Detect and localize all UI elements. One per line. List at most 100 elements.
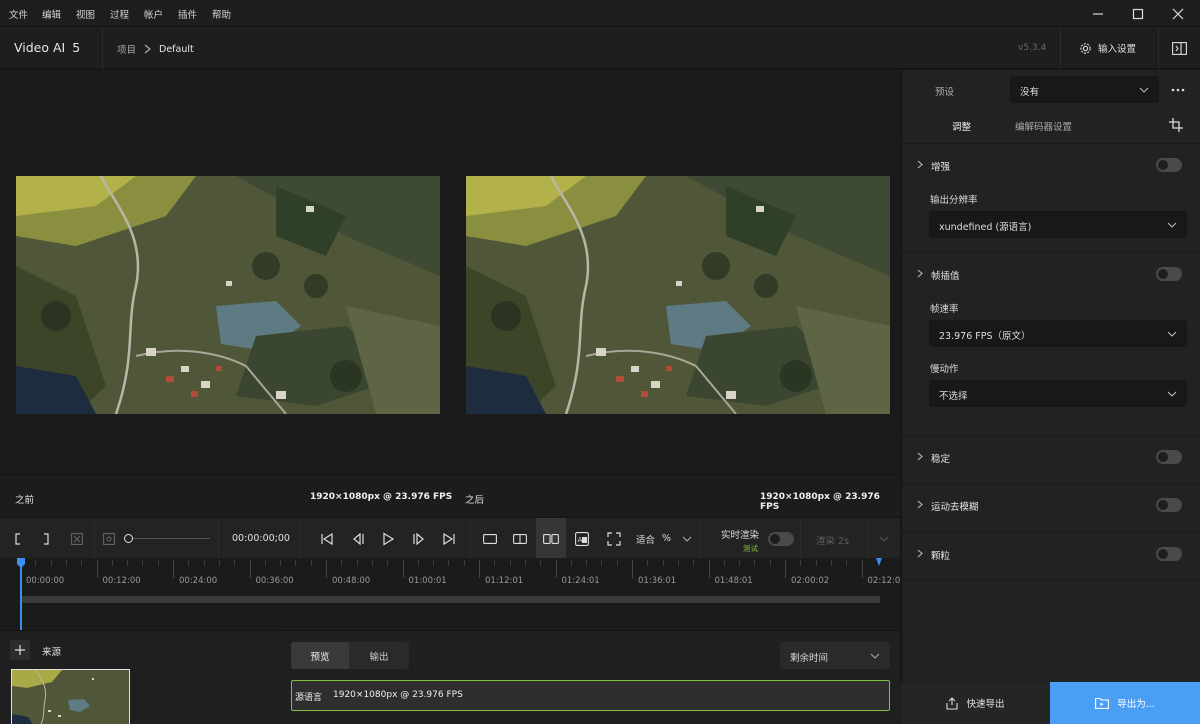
after-info: 1920×1080px @ 23.976 FPS — [760, 492, 880, 512]
menu-account[interactable]: 帐户 — [144, 7, 163, 21]
source-thumbnail[interactable] — [11, 669, 130, 724]
zoom-fit-button[interactable] — [100, 518, 118, 559]
export-as-button[interactable]: 导出为... — [1050, 682, 1200, 724]
mark-out-button[interactable] — [36, 518, 56, 559]
mark-in-button[interactable] — [8, 518, 28, 559]
single-view-button[interactable] — [476, 518, 504, 559]
playhead-handle[interactable] — [17, 558, 25, 568]
preset-select[interactable]: 没有 — [1010, 76, 1159, 103]
render-options-button[interactable] — [870, 518, 898, 559]
input-settings-button[interactable]: 输入设置 — [1070, 27, 1154, 69]
next-frame-button[interactable] — [406, 518, 432, 559]
close-button[interactable] — [1158, 0, 1198, 27]
slow-motion-select[interactable]: 不选择 — [929, 380, 1187, 407]
play-button[interactable] — [375, 518, 401, 559]
motion-deblur-toggle[interactable] — [1156, 498, 1182, 512]
motion-deblur-label[interactable]: 运动去模糊 — [931, 499, 979, 513]
export-bar: 快速导出 导出为... — [901, 682, 1200, 724]
timeline-minor-tick — [647, 560, 649, 566]
timeline[interactable]: 00:00:00 00:12:00 00:24:00 00:36:00 00:48:00… — [0, 558, 906, 630]
fit-zoom-select[interactable]: 适合 % — [636, 531, 692, 546]
app-name: Video AI — [14, 40, 66, 55]
side-by-side-icon — [543, 533, 559, 544]
quick-export-button[interactable]: 快速导出 — [901, 682, 1050, 724]
sort-select[interactable]: 剩余时间 — [780, 642, 890, 669]
stabilization-label[interactable]: 稳定 — [931, 451, 950, 465]
timeline-major-tick — [96, 560, 98, 578]
sources-title: 来源 — [42, 647, 62, 658]
chevron-down-icon — [870, 653, 880, 659]
split-view-button[interactable] — [506, 518, 534, 559]
clip-track[interactable] — [22, 596, 880, 603]
zoom-slider[interactable] — [124, 534, 210, 543]
slow-motion-value: 不选择 — [939, 391, 968, 402]
breadcrumb-current[interactable]: Default — [159, 44, 194, 55]
chevron-down-icon — [1167, 222, 1177, 228]
menu-help[interactable]: 帮助 — [212, 7, 231, 21]
enhance-label[interactable]: 增强 — [931, 159, 950, 173]
menu-plugins[interactable]: 插件 — [178, 7, 197, 21]
share-icon — [946, 696, 959, 710]
tab-preview-label: 预览 — [310, 651, 330, 663]
preview-export-tabs: 预览 输出 — [291, 642, 409, 669]
step-forward-icon — [413, 532, 424, 545]
frame-rate-label: 帧速率 — [930, 304, 959, 315]
timeline-major-tick — [402, 560, 404, 578]
tab-export[interactable]: 输出 — [349, 642, 409, 669]
source-info: 1920×1080px @ 23.976 FPS — [333, 690, 463, 700]
tab-preview[interactable]: 预览 — [291, 642, 349, 669]
minimize-icon — [1093, 12, 1103, 15]
skip-start-icon — [321, 532, 333, 545]
crop-button[interactable] — [1164, 114, 1188, 136]
timeline-minor-tick — [111, 560, 113, 566]
frame-rate-select[interactable]: 23.976 FPS（原文） — [929, 320, 1187, 347]
timeline-minor-tick — [616, 560, 618, 566]
timeline-minor-tick — [677, 560, 679, 566]
timeline-minor-tick — [50, 560, 52, 566]
preview-viewer — [0, 70, 900, 477]
timeline-major-tick — [249, 560, 251, 578]
compare-button[interactable]: A — [568, 518, 596, 559]
side-by-side-button[interactable] — [536, 518, 566, 559]
add-source-button[interactable] — [10, 640, 30, 660]
go-to-end-button[interactable] — [436, 518, 462, 559]
realtime-render-toggle[interactable] — [768, 532, 794, 546]
grain-toggle[interactable] — [1156, 547, 1182, 561]
source-queue-item[interactable]: 源语言 1920×1080px @ 23.976 FPS — [291, 680, 890, 711]
timeline-minor-tick — [754, 560, 756, 566]
breadcrumb-root[interactable]: 项目 — [117, 42, 136, 56]
chevron-right-icon — [917, 549, 923, 558]
menu-edit[interactable]: 编辑 — [42, 7, 61, 21]
timeline-minor-tick — [341, 560, 343, 566]
render-button[interactable]: 渲染 2s — [816, 533, 849, 547]
clear-marks-button[interactable] — [66, 518, 88, 559]
close-icon — [1172, 8, 1184, 19]
tab-codec-settings[interactable]: 编解码器设置 — [1015, 119, 1072, 133]
timeline-tick-label: 01:24:01 — [561, 576, 600, 586]
fullscreen-button[interactable] — [600, 518, 628, 559]
frame-interpolation-label[interactable]: 帧插值 — [931, 268, 960, 282]
minimize-button[interactable] — [1078, 0, 1118, 27]
menu-process[interactable]: 过程 — [110, 7, 129, 21]
toggle-panel-button[interactable] — [1159, 27, 1200, 69]
tab-adjust[interactable]: 调整 — [952, 119, 971, 133]
output-resolution-select[interactable]: xundefined (源语言) — [929, 211, 1187, 238]
menu-view[interactable]: 视图 — [76, 7, 95, 21]
timeline-minor-tick — [846, 560, 848, 566]
timeline-minor-tick — [310, 560, 312, 566]
timeline-tick-label: 00:24:00 — [179, 576, 218, 586]
stabilization-toggle[interactable] — [1156, 450, 1182, 464]
zoom-slider-thumb[interactable] — [124, 534, 133, 543]
menu-file[interactable]: 文件 — [9, 7, 28, 21]
prev-frame-button[interactable] — [345, 518, 371, 559]
preset-more-button[interactable] — [1164, 76, 1192, 103]
timeline-minor-tick — [371, 560, 373, 566]
playhead[interactable] — [20, 558, 22, 630]
out-point-marker[interactable] — [876, 558, 882, 566]
maximize-button[interactable] — [1118, 0, 1158, 27]
grain-label[interactable]: 颗粒 — [931, 548, 950, 562]
chevron-down-icon — [879, 536, 889, 542]
enhance-toggle[interactable] — [1156, 158, 1182, 172]
go-to-start-button[interactable] — [314, 518, 340, 559]
frame-interpolation-toggle[interactable] — [1156, 267, 1182, 281]
